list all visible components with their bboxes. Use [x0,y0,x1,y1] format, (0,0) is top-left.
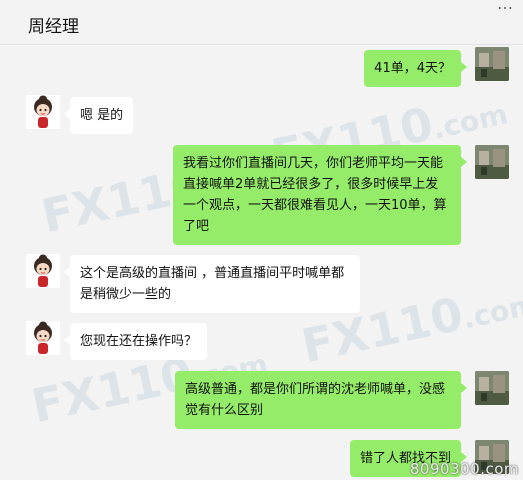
chat-title: 周经理 [28,17,79,37]
message-bubble-received[interactable]: 您现在还在操作吗？ [63,323,208,360]
message-text: 您现在还在操作吗？ [80,334,198,349]
message-text: 我看过你们直播间几天，你们老师平均一天能直接喊单2单就已经很多了，很多时候早上发… [183,156,447,234]
message-bubble-sent[interactable]: 我看过你们直播间几天，你们老师平均一天能直接喊单2单就已经很多了，很多时候早上发… [173,145,467,245]
contact-avatar[interactable] [26,321,60,355]
message-text: 嗯 是的 [80,108,124,123]
message-bubble-sent[interactable]: 高级普通，都是你们所谓的沈老师喊单，没感觉有什么区别 [175,371,467,429]
my-avatar[interactable] [475,371,509,405]
message-bubble-received[interactable]: 这个是高级的直播间 ，普通直播间平时喊单都是稍微少一些的 [64,255,360,313]
message-list[interactable]: FX110.com FX110.com FX110.com FX110.com … [0,45,523,480]
my-avatar[interactable] [475,47,509,81]
corner-watermark: 8090300.com [409,460,519,478]
chat-header: 周经理 … [0,0,523,45]
more-options-icon[interactable]: … [497,0,515,13]
message-text: 41单，4天？ [374,61,451,76]
message-bubble-received[interactable]: 嗯 是的 [63,97,134,134]
message-text: 高级普通，都是你们所谓的沈老师喊单，没感觉有什么区别 [185,382,446,418]
contact-avatar[interactable] [26,95,60,129]
my-avatar[interactable] [475,145,509,179]
message-text: 这个是高级的直播间 ，普通直播间平时喊单都是稍微少一些的 [80,266,345,302]
message-bubble-sent[interactable]: 41单，4天？ [364,50,467,87]
contact-avatar[interactable] [26,254,60,288]
